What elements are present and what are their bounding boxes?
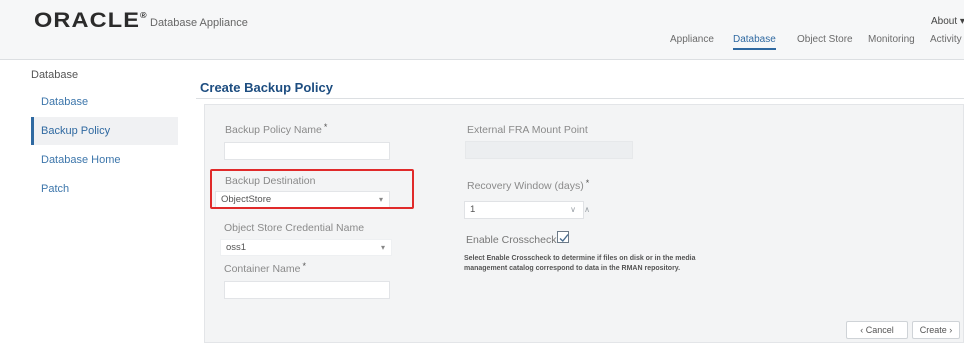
sidebar-item-backup-policy[interactable]: Backup Policy bbox=[31, 117, 178, 145]
sidebar-item-patch[interactable]: Patch bbox=[31, 175, 178, 203]
crosscheck-help-text: Select Enable Crosscheck to determine if… bbox=[464, 255, 696, 272]
credential-name-select[interactable]: oss1 ▾ bbox=[220, 239, 392, 256]
product-name: Database Appliance bbox=[150, 17, 248, 29]
container-name-label: Container Name * bbox=[224, 261, 306, 275]
container-name-input[interactable] bbox=[224, 281, 390, 299]
oracle-logo: ORACLE® bbox=[34, 9, 148, 32]
chevron-right-icon: › bbox=[949, 325, 953, 335]
tab-appliance[interactable]: Appliance bbox=[670, 34, 714, 45]
chevron-down-icon: ▾ bbox=[959, 16, 964, 27]
app-header: ORACLE® Database Appliance About ▾ Appli… bbox=[0, 0, 964, 60]
external-fra-input bbox=[465, 141, 633, 159]
backup-policy-name-input[interactable] bbox=[224, 142, 390, 160]
backup-policy-name-label: Backup Policy Name * bbox=[225, 122, 328, 136]
recovery-window-label: Recovery Window (days) * bbox=[467, 178, 590, 192]
tab-database[interactable]: Database bbox=[733, 34, 776, 50]
chevron-left-icon: ‹ bbox=[860, 325, 864, 335]
sidebar-item-database[interactable]: Database bbox=[31, 88, 178, 116]
external-fra-label: External FRA Mount Point bbox=[467, 124, 588, 136]
highlight-annotation bbox=[210, 169, 414, 209]
about-menu[interactable]: About ▾ bbox=[931, 16, 964, 27]
chevron-down-icon[interactable]: ∨ bbox=[566, 203, 580, 217]
divider bbox=[196, 98, 964, 99]
tab-monitoring[interactable]: Monitoring bbox=[868, 34, 915, 45]
chevron-up-icon[interactable]: ∧ bbox=[580, 203, 594, 217]
crosscheck-checkbox[interactable] bbox=[557, 231, 569, 243]
sidebar-item-database-home[interactable]: Database Home bbox=[31, 146, 178, 174]
page-title: Create Backup Policy bbox=[200, 80, 333, 95]
tab-object-store[interactable]: Object Store bbox=[797, 34, 853, 45]
checkmark-icon bbox=[559, 234, 569, 243]
cancel-button[interactable]: ‹ Cancel bbox=[846, 321, 908, 339]
create-button[interactable]: Create › bbox=[912, 321, 960, 339]
chevron-down-icon: ▾ bbox=[380, 243, 385, 252]
sidebar-title: Database bbox=[31, 69, 79, 81]
crosscheck-label: Enable Crosscheck bbox=[466, 234, 557, 246]
tab-activity[interactable]: Activity bbox=[930, 34, 962, 45]
credential-name-label: Object Store Credential Name bbox=[224, 222, 365, 234]
